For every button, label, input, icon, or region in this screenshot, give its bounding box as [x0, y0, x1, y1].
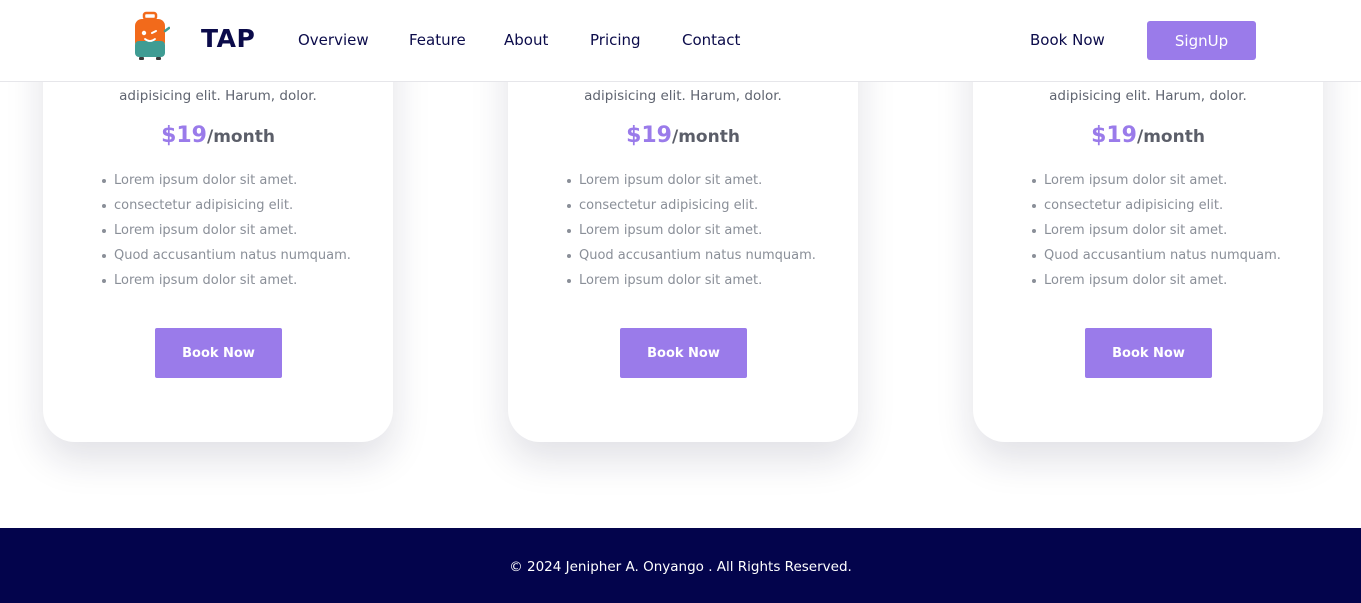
feature-item: consectetur adipisicing elit. — [1031, 193, 1281, 218]
top-navbar: TAP Overview Feature About Pricing Conta… — [0, 0, 1361, 82]
book-now-button[interactable]: Book Now — [155, 328, 282, 378]
nav-pricing[interactable]: Pricing — [590, 31, 641, 49]
feature-item: Quod accusantium natus numquam. — [1031, 243, 1281, 268]
copyright-text: © 2024 Jenipher A. Onyango . All Rights … — [509, 559, 852, 575]
feature-item: Lorem ipsum dolor sit amet. — [101, 168, 351, 193]
feature-item: Lorem ipsum dolor sit amet. — [566, 168, 816, 193]
brand-logo-text[interactable]: TAP — [201, 24, 255, 53]
nav-overview[interactable]: Overview — [298, 31, 369, 49]
suitcase-mascot-icon[interactable] — [130, 11, 170, 61]
plan-price: $19/month — [43, 123, 393, 148]
signup-button[interactable]: SignUp — [1147, 21, 1256, 60]
site-footer: © 2024 Jenipher A. Onyango . All Rights … — [0, 528, 1361, 603]
feature-list: Lorem ipsum dolor sit amet. consectetur … — [566, 168, 816, 293]
feature-item: Lorem ipsum dolor sit amet. — [101, 218, 351, 243]
feature-item: Lorem ipsum dolor sit amet. — [566, 218, 816, 243]
price-period: /month — [672, 127, 740, 147]
feature-item: Quod accusantium natus numquam. — [566, 243, 816, 268]
feature-item: Lorem ipsum dolor sit amet. — [566, 268, 816, 293]
plan-price: $19/month — [973, 123, 1323, 148]
nav-about[interactable]: About — [504, 31, 548, 49]
nav-feature[interactable]: Feature — [409, 31, 466, 49]
plan-description: adipisicing elit. Harum, dolor. — [119, 88, 317, 104]
feature-list: Lorem ipsum dolor sit amet. consectetur … — [101, 168, 351, 293]
price-period: /month — [207, 127, 275, 147]
feature-item: consectetur adipisicing elit. — [566, 193, 816, 218]
nav-contact[interactable]: Contact — [682, 31, 740, 49]
feature-item: Lorem ipsum dolor sit amet. — [1031, 168, 1281, 193]
feature-item: Lorem ipsum dolor sit amet. — [101, 268, 351, 293]
feature-item: Lorem ipsum dolor sit amet. — [1031, 218, 1281, 243]
plan-description: adipisicing elit. Harum, dolor. — [584, 88, 782, 104]
feature-item: Quod accusantium natus numquam. — [101, 243, 351, 268]
feature-item: consectetur adipisicing elit. — [101, 193, 351, 218]
price-period: /month — [1137, 127, 1205, 147]
header-book-now-link[interactable]: Book Now — [1030, 31, 1105, 49]
plan-description: adipisicing elit. Harum, dolor. — [1049, 88, 1247, 104]
price-amount: $19 — [161, 123, 207, 148]
feature-list: Lorem ipsum dolor sit amet. consectetur … — [1031, 168, 1281, 293]
price-amount: $19 — [626, 123, 672, 148]
plan-price: $19/month — [508, 123, 858, 148]
price-amount: $19 — [1091, 123, 1137, 148]
feature-item: Lorem ipsum dolor sit amet. — [1031, 268, 1281, 293]
book-now-button[interactable]: Book Now — [620, 328, 747, 378]
book-now-button[interactable]: Book Now — [1085, 328, 1212, 378]
